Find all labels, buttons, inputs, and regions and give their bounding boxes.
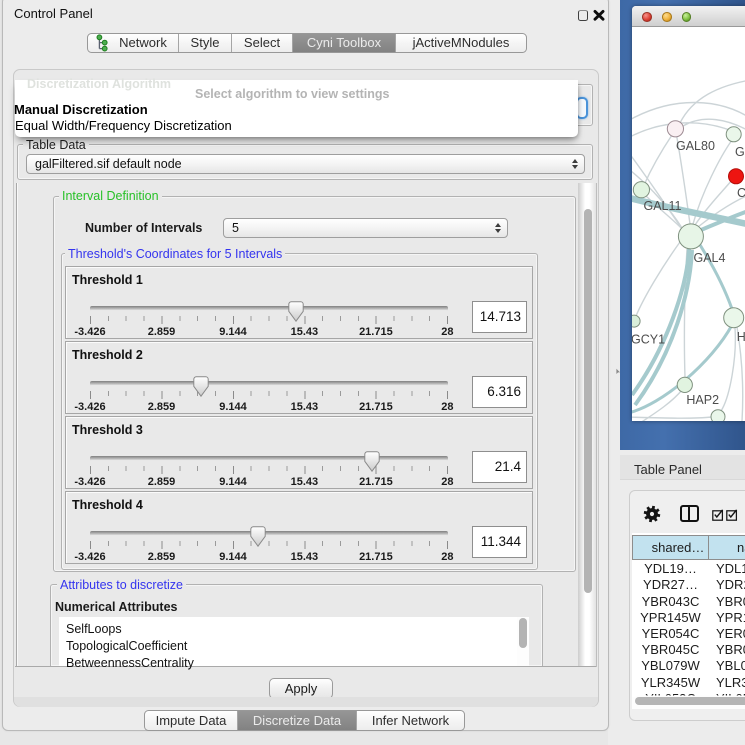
svg-text:G…: G…	[735, 145, 745, 159]
svg-text:GAL4: GAL4	[694, 251, 726, 265]
svg-text:GAL80: GAL80	[676, 139, 715, 153]
svg-text:GAL11: GAL11	[644, 199, 682, 213]
svg-text:H: H	[737, 330, 745, 344]
svg-text:HAP2: HAP2	[686, 393, 719, 407]
svg-text:C: C	[737, 186, 745, 200]
svg-text:GCY1: GCY1	[632, 333, 665, 347]
